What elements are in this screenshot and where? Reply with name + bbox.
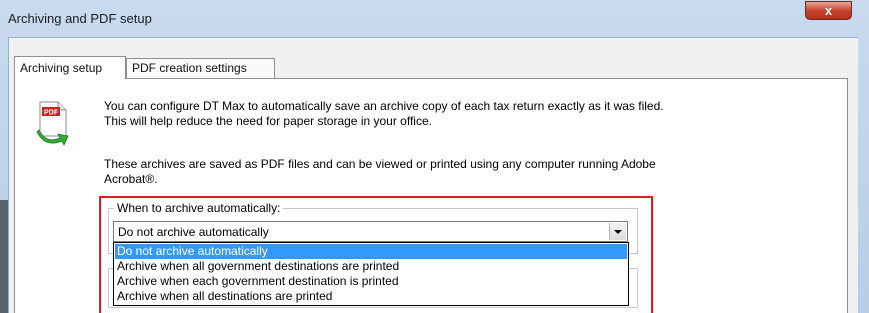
dropdown-option-all-government[interactable]: Archive when all government destinations… (115, 259, 627, 274)
window-title: Archiving and PDF setup (8, 11, 152, 26)
chevron-down-icon (614, 230, 622, 234)
dialog-window: Archiving and PDF setup x Archiving setu… (0, 0, 869, 313)
dropdown-option-all-destinations[interactable]: Archive when all destinations are printe… (115, 289, 627, 304)
intro-text: You can configure DT Max to automaticall… (104, 99, 664, 128)
acrobat-text: These archives are saved as PDF files an… (104, 157, 656, 186)
background-edge (0, 200, 8, 313)
archive-mode-value: Do not archive automatically (118, 225, 269, 239)
pdf-badge-text: PDF (44, 110, 59, 117)
dropdown-button[interactable] (609, 223, 626, 240)
title-bar[interactable]: Archiving and PDF setup x (0, 0, 869, 37)
tab-pdf-creation-settings[interactable]: PDF creation settings (126, 58, 275, 78)
pdf-archive-icon: PDF (36, 101, 69, 146)
close-button[interactable]: x (805, 1, 852, 20)
tab-archiving-setup[interactable]: Archiving setup (14, 56, 126, 79)
dropdown-option-each-government[interactable]: Archive when each government destination… (115, 274, 627, 289)
archive-group-legend: When to archive automatically: (114, 201, 284, 215)
archive-mode-dropdown-list: Do not archive automatically Archive whe… (113, 242, 629, 306)
archive-mode-select[interactable]: Do not archive automatically (113, 221, 628, 242)
dropdown-option-do-not-archive[interactable]: Do not archive automatically (115, 244, 627, 259)
close-icon: x (824, 3, 833, 18)
